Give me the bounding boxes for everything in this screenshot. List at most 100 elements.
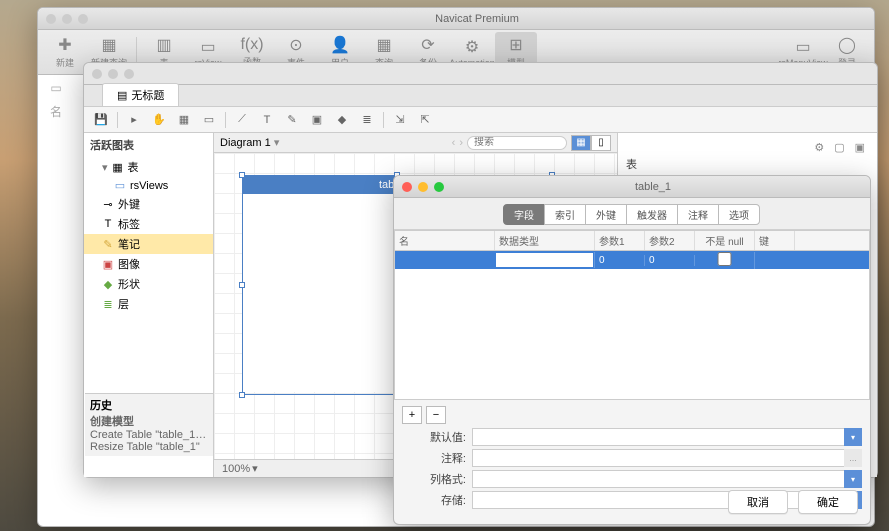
zoom-value[interactable]: 100% — [222, 463, 250, 475]
remove-field-button[interactable]: − — [426, 406, 446, 424]
diagram-tab[interactable]: Diagram 1 ▾ — [220, 136, 279, 149]
zoom-dot[interactable] — [124, 69, 134, 79]
doc-tab-untitled[interactable]: ▤ 无标题 — [102, 83, 179, 106]
save-icon[interactable]: 💾 — [90, 110, 112, 130]
fk-icon: ⊸ — [102, 198, 114, 211]
sidebar-item-image[interactable]: ▣图像 — [84, 254, 213, 274]
default-dropdown-icon[interactable]: ▾ — [844, 428, 862, 446]
history-item[interactable]: Resize Table "table_1" — [90, 441, 208, 453]
view-list-button[interactable]: ▯ — [591, 135, 611, 151]
image-icon[interactable]: ▣ — [306, 110, 328, 130]
layer-icon[interactable]: ≣ — [356, 110, 378, 130]
hand-icon[interactable]: ✋ — [148, 110, 170, 130]
export-icon[interactable]: ⇲ — [389, 110, 411, 130]
sidebar-item-shape[interactable]: ◆形状 — [84, 274, 213, 294]
field-notnull-checkbox[interactable] — [699, 252, 750, 266]
field-p2[interactable]: 0 — [645, 255, 695, 266]
model-icon: ⊞ — [509, 35, 522, 55]
sidebar-item-label[interactable]: T标签 — [84, 214, 213, 234]
table-editor-window: table_1 字段 索引 外键 触发器 注释 选项 名 数据类型 参数1 参数… — [393, 175, 871, 525]
tab-comment[interactable]: 注释 — [677, 204, 719, 225]
model-titlebar — [84, 63, 877, 85]
close-dot[interactable] — [46, 14, 56, 24]
tab-fks[interactable]: 外键 — [585, 204, 627, 225]
sidebar-item-rsviews[interactable]: ▭rsViews — [84, 177, 213, 194]
import-icon[interactable]: ⇱ — [414, 110, 436, 130]
folder-icon[interactable]: ▭ — [50, 81, 61, 95]
query-icon: ▦ — [101, 35, 116, 55]
history-model-label: 创建模型 — [90, 413, 208, 429]
editor-tab-strip: 字段 索引 外键 触发器 注释 选项 — [394, 198, 870, 230]
default-input[interactable] — [472, 428, 845, 446]
sidebar-header: 活跃图表 — [84, 133, 213, 157]
table-editor-title: table_1 — [444, 181, 862, 193]
table-icon: ▥ — [156, 35, 171, 55]
event-icon: ⊙ — [289, 35, 302, 55]
zoom-dot[interactable] — [78, 14, 88, 24]
layer-icon: ≣ — [102, 298, 114, 311]
tab-options[interactable]: 选项 — [718, 204, 760, 225]
sidebar-label: 名 — [50, 103, 62, 120]
relation-icon[interactable]: ⟋ — [231, 110, 253, 130]
query2-icon: ▦ — [376, 35, 391, 55]
tab-indexes[interactable]: 索引 — [544, 204, 586, 225]
shape-icon[interactable]: ◆ — [331, 110, 353, 130]
automation-icon: ⚙ — [465, 37, 479, 57]
comment-expand-icon[interactable]: … — [844, 449, 862, 467]
minimize-dot[interactable] — [418, 182, 428, 192]
panel2-icon[interactable]: ▣ — [855, 141, 865, 154]
zoom-dot[interactable] — [434, 182, 444, 192]
sidebar-item-layer[interactable]: ≣层 — [84, 294, 213, 314]
tb-new[interactable]: ✚新建 — [44, 32, 86, 72]
note-icon[interactable]: ✎ — [281, 110, 303, 130]
tab-triggers[interactable]: 触发器 — [626, 204, 678, 225]
view-tool-icon[interactable]: ▭ — [198, 110, 220, 130]
comment-input[interactable] — [472, 449, 845, 467]
field-type-input[interactable] — [496, 253, 593, 267]
format-label: 列格式: — [402, 471, 472, 487]
sidebar-item-tables[interactable]: ▾▦表 — [84, 157, 213, 177]
add-field-button[interactable]: + — [402, 406, 422, 424]
close-dot[interactable] — [92, 69, 102, 79]
close-dot[interactable] — [402, 182, 412, 192]
sidebar-item-note[interactable]: ✎笔记 — [84, 234, 213, 254]
text-icon[interactable]: T — [256, 110, 278, 130]
view-grid-button[interactable]: ▦ — [571, 135, 591, 151]
login-icon: ◯ — [838, 35, 856, 55]
minimize-dot[interactable] — [108, 69, 118, 79]
comment-label: 注释: — [402, 450, 472, 466]
doc-icon: ▤ — [117, 89, 127, 102]
canvas-search-input[interactable] — [467, 136, 567, 150]
col-p1: 参数1 — [595, 231, 645, 250]
history-panel: 历史 创建模型 Create Table "table_1" in "Diagr… — [85, 393, 213, 456]
history-item[interactable]: Create Table "table_1" in "Diagra... — [90, 429, 208, 441]
minimize-dot[interactable] — [62, 14, 72, 24]
nav-next-icon[interactable]: › — [459, 137, 463, 149]
field-row[interactable]: 0 0 — [395, 251, 869, 269]
format-select[interactable] — [472, 470, 845, 488]
pointer-icon[interactable]: ▸ — [123, 110, 145, 130]
format-dropdown-icon[interactable]: ▾ — [844, 470, 862, 488]
canvas-header: Diagram 1 ▾ ‹ › ▦ ▯ — [214, 133, 617, 153]
model-sidebar: 活跃图表 ▾▦表 ▭rsViews ⊸外键 T标签 ✎笔记 ▣图像 ◆形状 ≣层… — [84, 133, 214, 477]
panel-icon[interactable]: ▢ — [834, 141, 844, 154]
ok-button[interactable]: 确定 — [798, 490, 858, 514]
col-type: 数据类型 — [495, 231, 595, 250]
sidebar-item-fk[interactable]: ⊸外键 — [84, 194, 213, 214]
fields-grid: 名 数据类型 参数1 参数2 不是 null 键 0 0 — [394, 230, 870, 400]
model-doc-tabs: ▤ 无标题 — [84, 85, 877, 107]
user-icon: 👤 — [330, 35, 350, 55]
tab-fields[interactable]: 字段 — [503, 204, 545, 225]
cancel-button[interactable]: 取消 — [728, 490, 788, 514]
shape-icon: ◆ — [102, 278, 114, 291]
text-icon: T — [102, 218, 114, 230]
model-toolbar: 💾 ▸ ✋ ▦ ▭ ⟋ T ✎ ▣ ◆ ≣ ⇲ ⇱ — [84, 107, 877, 133]
default-label: 默认值: — [402, 429, 472, 445]
menuview-icon: ▭ — [795, 37, 810, 57]
nav-prev-icon[interactable]: ‹ — [452, 137, 456, 149]
gear-icon[interactable]: ⚙ — [814, 141, 824, 154]
main-title: Navicat Premium — [88, 13, 866, 25]
col-notnull: 不是 null — [695, 231, 755, 250]
field-p1[interactable]: 0 — [595, 255, 645, 266]
table-tool-icon[interactable]: ▦ — [173, 110, 195, 130]
